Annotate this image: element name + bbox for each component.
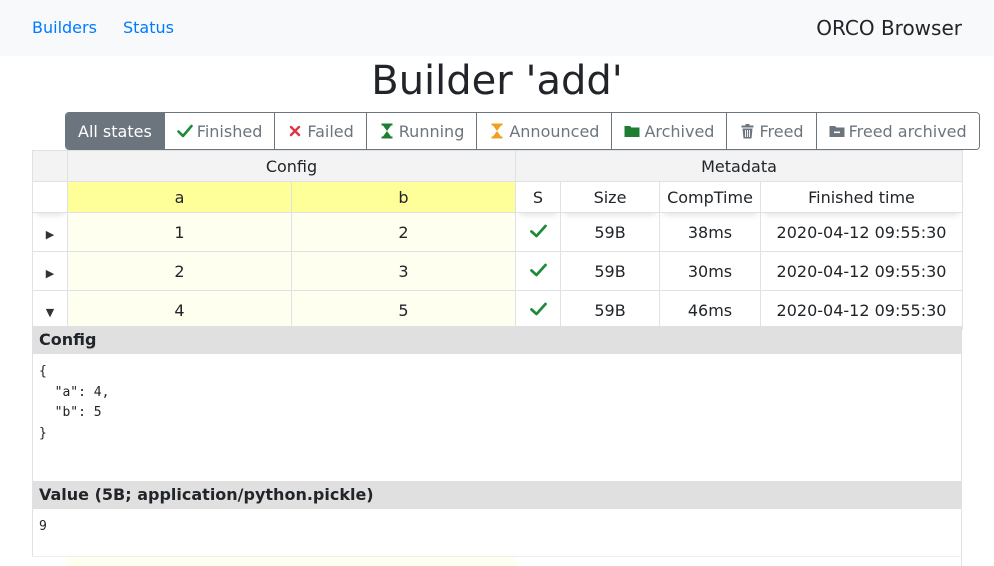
expand-toggle[interactable]: ▼	[32, 290, 68, 330]
column-header-a[interactable]: a	[67, 181, 292, 213]
filter-label: Running	[398, 121, 465, 141]
config-section-heading: Config	[33, 326, 961, 354]
cell-a: 1	[67, 212, 292, 252]
config-json: { "a": 4, "b": 5 }	[39, 364, 110, 441]
expand-toggle[interactable]: ▶	[32, 251, 68, 291]
filter-all-states[interactable]: All states	[66, 113, 164, 149]
column-header-finished-time[interactable]: Finished time	[759, 181, 964, 213]
cell-status	[515, 290, 561, 330]
table-row[interactable]: ▶ 1 2 59B 38ms 2020-04-12 09:55:30	[32, 212, 964, 252]
cell-b: 2	[291, 212, 516, 252]
check-icon	[529, 262, 547, 281]
column-header-b[interactable]: b	[291, 181, 516, 213]
cell-status	[515, 212, 561, 252]
cell-comptime: 38ms	[659, 212, 761, 252]
cell-a: 4	[67, 290, 292, 330]
hourglass-icon	[489, 123, 505, 139]
nav-link-builders[interactable]: Builders	[32, 18, 97, 38]
cell-finished-time: 2020-04-12 09:55:30	[759, 212, 964, 252]
column-header-status[interactable]: S	[515, 181, 561, 213]
cell-finished-time: 2020-04-12 09:55:30	[759, 251, 964, 291]
filter-label: Archived	[644, 121, 715, 141]
filter-announced[interactable]: Announced	[476, 113, 612, 149]
filter-archived[interactable]: Archived	[611, 113, 727, 149]
brand[interactable]: ORCO Browser	[816, 16, 962, 40]
value-output: 9	[39, 519, 47, 534]
cell-comptime: 46ms	[659, 290, 761, 330]
filter-label: Freed	[759, 121, 804, 141]
caret-down-icon[interactable]: ▼	[46, 306, 54, 319]
filter-label: Announced	[509, 121, 600, 141]
cell-finished-time: 2020-04-12 09:55:30	[759, 290, 964, 330]
check-icon	[176, 123, 193, 139]
column-header-comptime[interactable]: CompTime	[659, 181, 761, 213]
filter-running[interactable]: Running	[365, 113, 477, 149]
caret-right-icon[interactable]: ▶	[46, 228, 54, 241]
value-section-heading: Value (5B; application/python.pickle)	[33, 481, 961, 509]
expand-column-header	[32, 181, 68, 213]
column-header-size[interactable]: Size	[560, 181, 660, 213]
expand-toggle[interactable]: ▶	[32, 212, 68, 252]
cross-icon	[287, 123, 303, 139]
expand-cell	[32, 557, 67, 566]
cell-comptime: 30ms	[659, 251, 761, 291]
builder-table: Config Metadata a b S Size CompTime Fini…	[32, 150, 964, 330]
cell-size: 59B	[560, 212, 660, 252]
cell-a: 2	[67, 251, 292, 291]
filter-freed-archived[interactable]: Freed archived	[815, 113, 979, 149]
config-group-header: Config	[67, 150, 516, 182]
cell-b: 5	[291, 290, 516, 330]
filter-freed[interactable]: Freed	[726, 113, 816, 149]
table-row[interactable]: ▼ 4 5 59B 46ms 2020-04-12 09:55:30	[32, 290, 964, 330]
navbar: Builders Status ORCO Browser	[0, 0, 994, 56]
table-row[interactable]: ▶ 2 3 59B 30ms 2020-04-12 09:55:30	[32, 251, 964, 291]
filter-label: All states	[78, 121, 152, 141]
filter-label: Finished	[196, 121, 263, 141]
folder-icon	[624, 123, 640, 139]
metadata-group-header: Metadata	[514, 150, 964, 182]
config-cell	[67, 557, 515, 566]
trash-icon	[739, 123, 755, 139]
check-icon	[529, 301, 547, 320]
hourglass-icon	[379, 123, 395, 139]
nav-link-status[interactable]: Status	[123, 18, 174, 38]
filter-label: Failed	[307, 121, 354, 141]
cell-size: 59B	[560, 251, 660, 291]
folder-minus-icon	[829, 123, 845, 139]
cell-status	[515, 251, 561, 291]
state-filter-group: All states Finished Failed Running Annou…	[65, 112, 980, 150]
page-title: Builder 'add'	[371, 58, 623, 104]
caret-right-icon[interactable]: ▶	[46, 267, 54, 280]
cell-b: 3	[291, 251, 516, 291]
cell-size: 59B	[560, 290, 660, 330]
filter-finished[interactable]: Finished	[163, 113, 275, 149]
corner-cell	[32, 150, 68, 182]
check-icon	[529, 223, 547, 242]
filter-failed[interactable]: Failed	[274, 113, 366, 149]
next-table-row	[32, 556, 962, 566]
filter-label: Freed archived	[848, 121, 967, 141]
row-detail-panel: Config { "a": 4, "b": 5 } Value (5B; app…	[32, 326, 962, 566]
